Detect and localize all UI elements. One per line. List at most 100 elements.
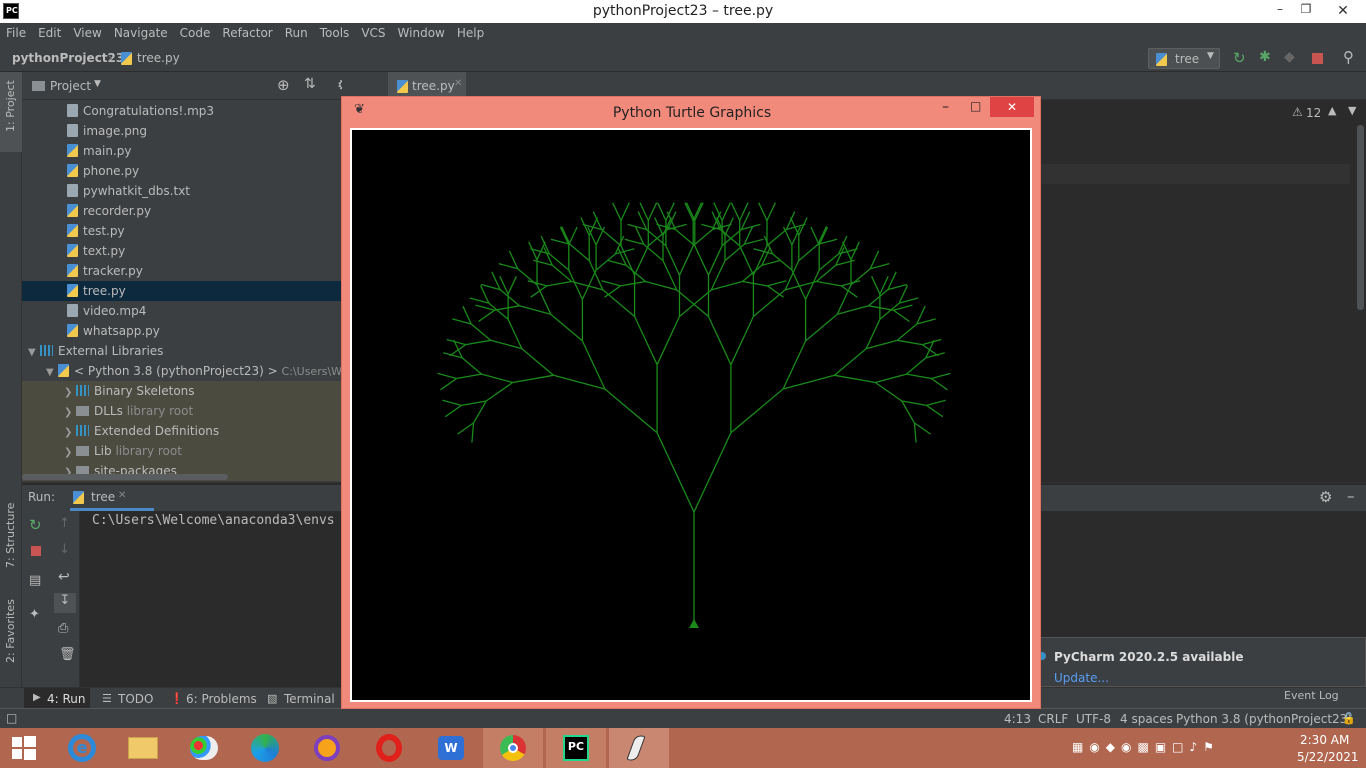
tray-icons[interactable]: ▦◉◆◉▩▣□♪⚑ xyxy=(1072,740,1220,754)
menu-file[interactable]: File xyxy=(0,23,32,43)
tree-item-file[interactable]: image.png xyxy=(22,121,342,141)
soft-wrap-icon[interactable]: ↩ xyxy=(58,569,70,585)
menu-edit[interactable]: Edit xyxy=(32,23,67,43)
internet-explorer-icon[interactable]: e xyxy=(52,728,112,768)
file-encoding[interactable]: UTF-8 xyxy=(1076,712,1111,726)
print-icon[interactable]: ⎙ xyxy=(58,621,68,636)
debug-icon[interactable]: ✱ xyxy=(1259,49,1271,65)
menu-code[interactable]: Code xyxy=(174,23,217,43)
close-icon[interactable]: ✕ xyxy=(118,490,126,501)
wps-office-icon[interactable]: W xyxy=(421,728,481,768)
rerun-icon[interactable]: ↻ xyxy=(29,516,42,534)
menu-refactor[interactable]: Refactor xyxy=(216,23,278,43)
menu-vcs[interactable]: VCS xyxy=(355,23,391,43)
tree-item-library[interactable]: ❯ Extended Definitions xyxy=(22,421,342,441)
tree-item-file[interactable]: text.py xyxy=(22,241,342,261)
update-link[interactable]: Update... xyxy=(1054,671,1109,685)
project-tool-tab[interactable]: 1: Project xyxy=(0,72,22,152)
tree-item-python-sdk[interactable]: ▼ < Python 3.8 (pythonProject23) > C:\Use… xyxy=(22,361,342,381)
tree-item-file[interactable]: test.py xyxy=(22,221,342,241)
favorites-tool-tab[interactable]: 2: Favorites xyxy=(0,597,22,677)
tree-item-file[interactable]: main.py xyxy=(22,141,342,161)
warning-icon[interactable]: ⚠ xyxy=(1292,105,1303,119)
run-config-dropdown[interactable]: tree ▼ xyxy=(1148,48,1220,69)
close-icon[interactable]: ✕ xyxy=(454,78,462,89)
tree-item-library[interactable]: ❯ Binary Skeletons xyxy=(22,381,342,401)
tree-item-file[interactable]: video.mp4 xyxy=(22,301,342,321)
file-explorer-icon[interactable] xyxy=(113,728,173,768)
start-button[interactable] xyxy=(0,728,60,768)
chevron-down-icon[interactable]: ▼ xyxy=(94,79,101,89)
edge-icon[interactable] xyxy=(235,728,295,768)
structure-tool-tab[interactable]: 7: Structure xyxy=(0,500,22,580)
layout-icon[interactable]: ▤ xyxy=(29,573,41,588)
horizontal-scrollbar[interactable] xyxy=(22,474,228,480)
stop-icon[interactable] xyxy=(1312,53,1323,64)
chevron-up-icon[interactable]: ▲ xyxy=(1328,104,1336,117)
caret-position[interactable]: 4:13 xyxy=(1004,712,1031,726)
clock-date[interactable]: 5/22/2021 xyxy=(1297,750,1359,764)
rerun-icon[interactable]: ↻ xyxy=(1233,49,1246,67)
down-arrow-icon[interactable]: ↓ xyxy=(59,542,70,557)
scroll-to-end-icon[interactable]: ↧ xyxy=(54,593,76,613)
terminal-tool-tab[interactable]: Terminal xyxy=(284,692,335,706)
event-log-tab[interactable]: Event Log xyxy=(1284,689,1339,702)
tree-item-file[interactable]: phone.py xyxy=(22,161,342,181)
collapse-icon[interactable]: ⇅ xyxy=(304,76,316,92)
close-button[interactable]: ✕ xyxy=(990,97,1034,117)
tree-branch xyxy=(901,400,915,424)
tree-item-file[interactable]: whatsapp.py xyxy=(22,321,342,341)
tree-item-file[interactable]: tracker.py xyxy=(22,261,342,281)
lock-icon[interactable]: 🔓 xyxy=(1342,712,1356,725)
editor-scrollbar[interactable] xyxy=(1357,125,1364,310)
search-icon[interactable]: ⚲ xyxy=(1343,48,1354,66)
gear-icon[interactable]: ⚙ xyxy=(1319,488,1332,506)
tree-item-file[interactable]: pywhatkit_dbs.txt xyxy=(22,181,342,201)
restore-button[interactable]: ❐ xyxy=(1294,2,1318,20)
problems-tool-tab[interactable]: 6: Problems xyxy=(186,692,257,706)
tree-item-file[interactable]: recorder.py xyxy=(22,201,342,221)
tree-item-library[interactable]: ❯ DLLs library root xyxy=(22,401,342,421)
indent-setting[interactable]: 4 spaces xyxy=(1120,712,1173,726)
menu-navigate[interactable]: Navigate xyxy=(108,23,174,43)
menu-view[interactable]: View xyxy=(67,23,107,43)
pycharm-icon[interactable]: PC xyxy=(546,728,606,768)
python-turtle-icon[interactable] xyxy=(609,728,669,768)
menu-run[interactable]: Run xyxy=(279,23,314,43)
maximize-button[interactable]: □ xyxy=(970,99,981,113)
tree-branch xyxy=(782,340,807,390)
menu-help[interactable]: Help xyxy=(451,23,490,43)
project-panel-title[interactable]: Project xyxy=(50,79,91,93)
security-app-icon[interactable] xyxy=(297,728,357,768)
stop-icon[interactable] xyxy=(31,546,41,556)
toggle-tool-windows-icon[interactable]: □ xyxy=(6,711,17,725)
paint-icon[interactable] xyxy=(174,728,234,768)
tree-item-external-libraries[interactable]: ▼ External Libraries xyxy=(22,341,342,361)
tree-item-file-selected[interactable]: tree.py xyxy=(22,281,342,301)
line-separator[interactable]: CRLF xyxy=(1038,712,1068,726)
opera-icon[interactable] xyxy=(359,728,419,768)
trash-icon[interactable]: 🗑 xyxy=(59,647,76,662)
file-name: test.py xyxy=(83,224,125,238)
chevron-down-icon[interactable]: ▼ xyxy=(1348,104,1356,117)
minimize-button[interactable]: – xyxy=(942,99,949,115)
chrome-icon[interactable] xyxy=(483,728,543,768)
clock-time[interactable]: 2:30 AM xyxy=(1300,733,1349,747)
minimize-button[interactable]: – xyxy=(1268,2,1292,20)
library-icon xyxy=(40,345,53,356)
menu-window[interactable]: Window xyxy=(392,23,451,43)
tree-item-library[interactable]: ❯ Lib library root xyxy=(22,441,342,461)
breadcrumb-file[interactable]: tree.py xyxy=(137,51,180,65)
run-tab[interactable]: tree ✕ xyxy=(70,485,154,511)
todo-tool-tab[interactable]: TODO xyxy=(118,692,153,706)
coverage-icon[interactable]: ◆ xyxy=(1284,49,1295,65)
up-arrow-icon[interactable]: ↑ xyxy=(59,516,70,531)
warning-count[interactable]: 12 xyxy=(1306,106,1321,120)
pin-icon[interactable]: ✦ xyxy=(29,607,40,622)
python-interpreter[interactable]: Python 3.8 (pythonProject23) xyxy=(1176,712,1352,726)
menu-tools[interactable]: Tools xyxy=(314,23,356,43)
close-button[interactable]: ✕ xyxy=(1320,0,1366,22)
hide-icon[interactable]: – xyxy=(1347,487,1355,505)
tree-item-file[interactable]: Congratulations!.mp3 xyxy=(22,101,342,121)
locate-icon[interactable]: ⊕ xyxy=(277,76,290,94)
